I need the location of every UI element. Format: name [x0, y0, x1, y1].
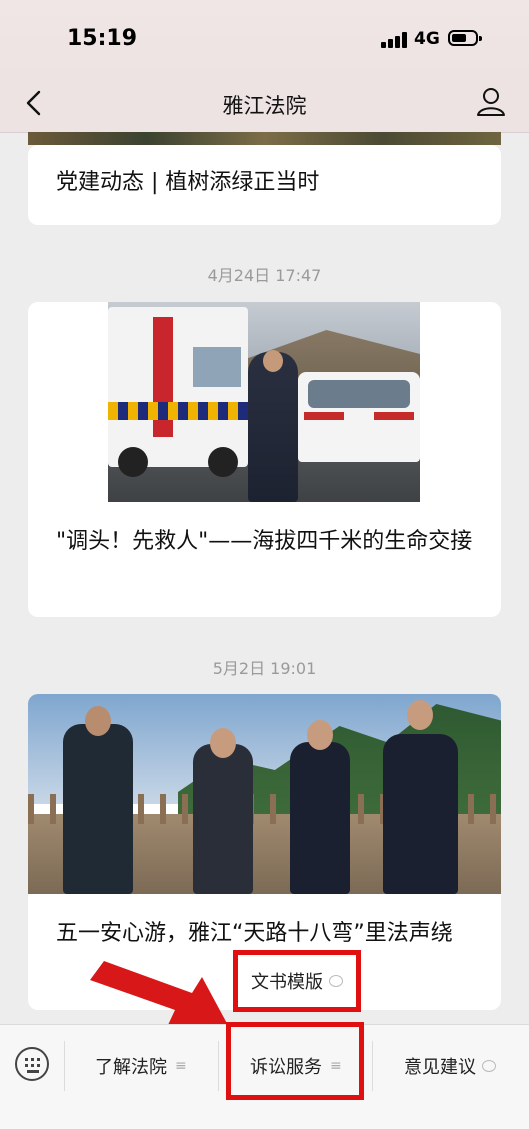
signal-icon	[381, 32, 408, 48]
article-title[interactable]: 党建动态 | 植树添绿正当时	[56, 165, 473, 201]
article-image[interactable]	[108, 302, 420, 502]
person-icon[interactable]	[476, 86, 506, 118]
status-time: 15:19	[67, 26, 138, 51]
article-card[interactable]: "调头！先救人"——海拔四千米的生命交接	[28, 302, 501, 617]
highlight-box-menu	[226, 1022, 364, 1100]
message-timestamp: 4月24日 17:47	[207, 266, 322, 285]
menu-item-feedback[interactable]: 意见建议	[404, 1051, 496, 1081]
menu-divider	[218, 1041, 219, 1091]
menu-item-about-court[interactable]: 了解法院 ≡	[95, 1051, 187, 1081]
nav-bar: 雅江法院	[0, 78, 529, 133]
article-image-partial[interactable]	[28, 132, 501, 145]
menu-divider	[372, 1041, 373, 1091]
article-title[interactable]: 五一安心游，雅江“天路十八弯”里法声绕	[56, 916, 473, 952]
status-bar: 15:19 4G	[0, 0, 529, 78]
menu-divider	[64, 1041, 65, 1091]
battery-icon	[448, 30, 482, 46]
highlight-box-submenu	[233, 950, 361, 1012]
article-image[interactable]	[28, 694, 501, 894]
message-timestamp: 5月2日 19:01	[212, 659, 317, 678]
list-icon: ≡	[175, 1058, 187, 1074]
page-title: 雅江法院	[222, 94, 307, 118]
menu-item-label: 意见建议	[404, 1057, 476, 1078]
article-card[interactable]: 党建动态 | 植树添绿正当时	[28, 145, 501, 225]
menu-item-label: 了解法院	[95, 1057, 167, 1078]
chat-bubble-icon	[482, 1060, 496, 1072]
keyboard-icon[interactable]	[15, 1047, 49, 1081]
article-title[interactable]: "调头！先救人"——海拔四千米的生命交接	[56, 524, 473, 560]
network-type: 4G	[414, 29, 440, 49]
